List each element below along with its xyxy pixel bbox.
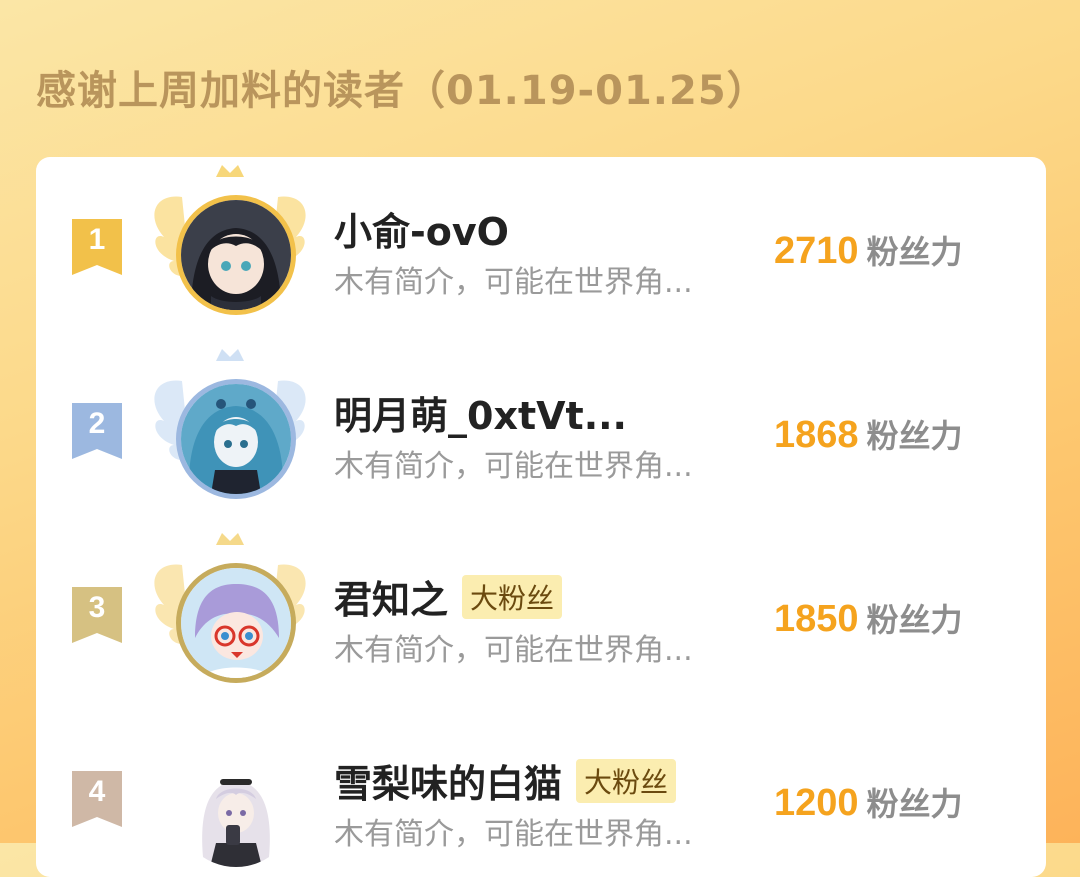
reader-ranking-list: 1 小俞-ovO 木有简介，可能在世界角... 2710 粉丝力 2 明月萌_0… bbox=[36, 157, 1046, 877]
score-unit: 粉丝力 bbox=[866, 785, 963, 823]
reader-name[interactable]: 君知之 大粉丝 bbox=[334, 569, 563, 624]
score-value: 1850 bbox=[774, 598, 859, 640]
score-value: 1868 bbox=[774, 414, 859, 456]
fan-power-score: 2710 粉丝力 bbox=[774, 227, 963, 273]
score-unit: 粉丝力 bbox=[866, 233, 963, 271]
page-title: 感谢上周加料的读者（01.19-01.25） bbox=[36, 68, 768, 114]
big-fan-tag: 大粉丝 bbox=[462, 575, 563, 619]
anime-boy-glasses-avatar[interactable] bbox=[176, 563, 296, 683]
score-value: 2710 bbox=[774, 230, 859, 272]
reader-name[interactable]: 小俞-ovO bbox=[334, 201, 509, 256]
reader-name[interactable]: 雪梨味的白猫 大粉丝 bbox=[334, 753, 677, 808]
reader-bio: 木有简介，可能在世界角... bbox=[334, 265, 693, 300]
reader-row-4[interactable]: 4 雪梨味的白猫 大粉丝 木有简介，可能在世界角... 1200 粉丝力 bbox=[36, 709, 1046, 877]
reader-row-1[interactable]: 1 小俞-ovO 木有简介，可能在世界角... 2710 粉丝力 bbox=[36, 157, 1046, 341]
big-fan-tag: 大粉丝 bbox=[576, 759, 677, 803]
fan-power-score: 1850 粉丝力 bbox=[774, 595, 963, 641]
reader-bio: 木有简介，可能在世界角... bbox=[334, 449, 693, 484]
anime-girl-dark-hair-avatar[interactable] bbox=[176, 195, 296, 315]
rank-badge-fourth: 4 bbox=[72, 771, 122, 827]
anime-girl-blue-hair-avatar[interactable] bbox=[176, 379, 296, 499]
score-value: 1200 bbox=[774, 782, 859, 824]
reader-row-3[interactable]: 3 君知之 大粉丝 木有简介，可能在世界角... 1850 粉丝力 bbox=[36, 525, 1046, 709]
rank-badge-bronze: 3 bbox=[72, 587, 122, 643]
score-unit: 粉丝力 bbox=[866, 417, 963, 455]
reader-name[interactable]: 明月萌_0xtVt... bbox=[334, 385, 627, 440]
score-unit: 粉丝力 bbox=[866, 601, 963, 639]
fan-power-score: 1868 粉丝力 bbox=[774, 411, 963, 457]
anime-girl-white-hair-avatar[interactable] bbox=[176, 747, 296, 867]
reader-bio: 木有简介，可能在世界角... bbox=[334, 633, 693, 668]
rank-badge-silver: 2 bbox=[72, 403, 122, 459]
reader-row-2[interactable]: 2 明月萌_0xtVt... 木有简介，可能在世界角... 1868 粉丝力 bbox=[36, 341, 1046, 525]
fan-power-score: 1200 粉丝力 bbox=[774, 779, 963, 825]
rank-badge-gold: 1 bbox=[72, 219, 122, 275]
reader-bio: 木有简介，可能在世界角... bbox=[334, 817, 693, 852]
